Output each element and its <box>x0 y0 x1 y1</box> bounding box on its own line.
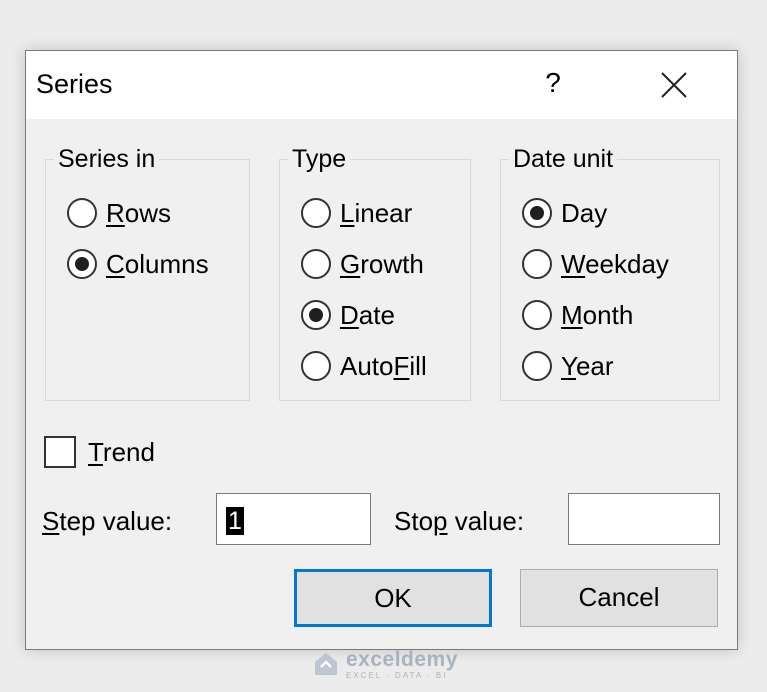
radio-rows-circle[interactable] <box>67 198 97 228</box>
radio-columns-label: Columns <box>106 248 209 279</box>
radio-date-label: Date <box>340 299 395 330</box>
radio-growth-circle[interactable] <box>301 249 331 279</box>
stop-value-input[interactable] <box>568 493 720 545</box>
radio-day-label: Day <box>561 197 608 228</box>
radio-autofill-circle[interactable] <box>301 351 331 381</box>
radio-year[interactable]: Year <box>522 348 614 384</box>
radio-date-circle[interactable] <box>301 300 331 330</box>
exceldemy-logo-icon <box>312 650 340 678</box>
radio-year-label: Year <box>561 350 614 381</box>
radio-weekday[interactable]: Weekday <box>522 246 669 282</box>
dialog-title: Series <box>36 69 113 99</box>
radio-day-circle[interactable] <box>522 198 552 228</box>
step-value-label: Step value: <box>42 506 173 536</box>
radio-month-circle[interactable] <box>522 300 552 330</box>
trend-checkbox[interactable] <box>44 436 76 468</box>
radio-linear-label: Linear <box>340 197 413 228</box>
watermark-tagline: EXCEL · DATA · BI <box>346 670 448 680</box>
radio-linear-circle[interactable] <box>301 198 331 228</box>
trend-checkbox-row[interactable]: Trend <box>44 434 155 470</box>
close-x-icon <box>661 72 687 98</box>
exceldemy-watermark: exceldemy EXCEL · DATA · BI <box>312 646 458 682</box>
radio-date[interactable]: Date <box>301 297 395 333</box>
close-button[interactable] <box>656 67 692 103</box>
radio-weekday-label: Weekday <box>561 248 669 279</box>
radio-linear[interactable]: Linear <box>301 195 412 231</box>
radio-growth[interactable]: Growth <box>301 246 424 282</box>
type-legend: Type <box>292 145 347 173</box>
radio-columns[interactable]: Columns <box>67 246 209 282</box>
series-dialog: Series ? Series in Rows Columns Type Lin… <box>25 50 738 650</box>
help-button[interactable]: ? <box>538 63 568 103</box>
date-unit-legend: Date unit <box>513 145 614 173</box>
radio-growth-label: Growth <box>340 248 424 279</box>
radio-year-circle[interactable] <box>522 351 552 381</box>
radio-autofill[interactable]: AutoFill <box>301 348 427 384</box>
radio-rows-label: Rows <box>106 197 172 228</box>
radio-month[interactable]: Month <box>522 297 633 333</box>
title-bar: Series ? <box>26 51 737 119</box>
radio-rows[interactable]: Rows <box>67 195 171 231</box>
stop-value-label: Stop value: <box>394 506 525 536</box>
ok-button[interactable]: OK <box>294 569 492 627</box>
cancel-button[interactable]: Cancel <box>520 569 718 627</box>
trend-label: Trend <box>88 436 155 467</box>
series-in-legend: Series in <box>58 145 156 173</box>
radio-columns-circle[interactable] <box>67 249 97 279</box>
watermark-name: exceldemy <box>346 647 458 671</box>
radio-day[interactable]: Day <box>522 195 607 231</box>
radio-autofill-label: AutoFill <box>340 350 427 381</box>
step-value-input[interactable] <box>216 493 371 545</box>
radio-month-label: Month <box>561 299 634 330</box>
radio-weekday-circle[interactable] <box>522 249 552 279</box>
